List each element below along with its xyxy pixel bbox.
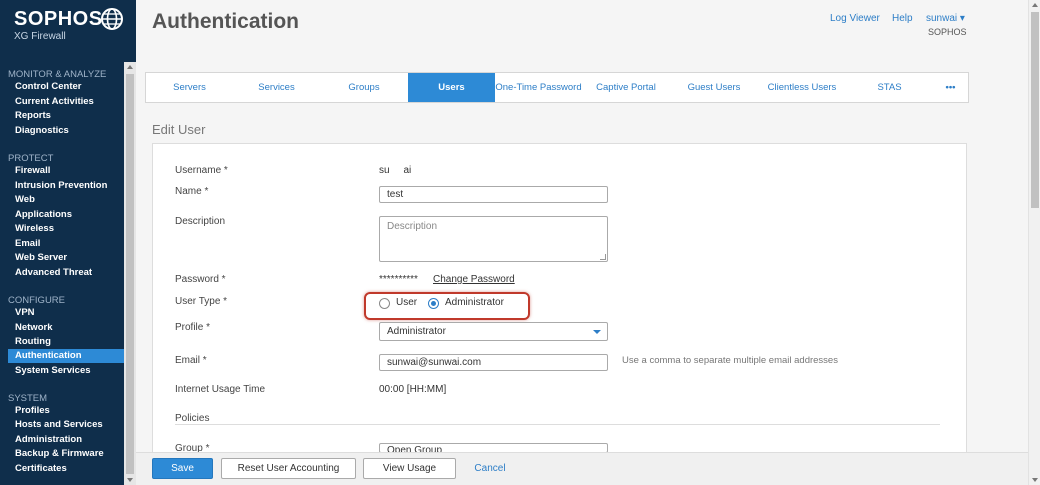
sidebar-item-administration[interactable]: Administration — [8, 433, 124, 447]
edit-user-form: Username * su ai Name * Description Desc… — [152, 143, 967, 454]
sidebar-item-vpn[interactable]: VPN — [8, 306, 124, 320]
page-scrollbar[interactable] — [1028, 0, 1040, 485]
sidebar-item-intrusion-prevention[interactable]: Intrusion Prevention — [8, 179, 124, 193]
sidebar-item-applications[interactable]: Applications — [8, 208, 124, 222]
sidebar-item-wireless[interactable]: Wireless — [8, 222, 124, 236]
sidebar-item-authentication[interactable]: Authentication — [8, 349, 124, 363]
sidebar-item-routing[interactable]: Routing — [8, 335, 124, 349]
product-name: XG Firewall — [14, 31, 66, 42]
org-name: SOPHOS — [928, 27, 967, 37]
sidebar-item-control-center[interactable]: Control Center — [8, 80, 124, 94]
name-label: Name * — [175, 186, 209, 197]
user-type-user-label[interactable]: User — [396, 297, 417, 308]
description-field[interactable]: Description — [379, 216, 608, 262]
sidebar-item-diagnostics[interactable]: Diagnostics — [8, 124, 124, 138]
sidebar: SOPHOS XG Firewall MONITOR & ANALYZE Con… — [0, 0, 136, 485]
tab-users[interactable]: Users — [408, 73, 495, 102]
nav-section-title: SYSTEM — [8, 393, 48, 404]
tab-captive-portal[interactable]: Captive Portal — [582, 73, 670, 102]
policies-heading: Policies — [175, 413, 210, 424]
log-viewer-link[interactable]: Log Viewer — [830, 13, 880, 24]
sidebar-item-certificates[interactable]: Certificates — [8, 462, 124, 476]
sidebar-item-firewall[interactable]: Firewall — [8, 164, 124, 178]
email-hint: Use a comma to separate multiple email a… — [622, 355, 838, 366]
tab-guest-users[interactable]: Guest Users — [670, 73, 758, 102]
brand-logo: SOPHOS XG Firewall — [0, 0, 136, 62]
nav-section-title: MONITOR & ANALYZE — [8, 69, 107, 80]
save-button[interactable]: Save — [152, 458, 213, 479]
tab-groups[interactable]: Groups — [320, 73, 408, 102]
profile-select[interactable]: Administrator — [379, 322, 608, 341]
scroll-down-icon[interactable] — [127, 478, 133, 482]
section-title: Edit User — [152, 122, 206, 137]
profile-label: Profile * — [175, 322, 211, 333]
nav-section-title: PROTECT — [8, 153, 54, 164]
sidebar-scrollbar[interactable] — [124, 62, 136, 485]
tab-bar: Servers Services Groups Users One-Time P… — [145, 72, 969, 103]
nav-section-title: CONFIGURE — [8, 295, 65, 306]
username-value: su ai — [379, 165, 412, 176]
sidebar-item-hosts-and-services[interactable]: Hosts and Services — [8, 418, 124, 432]
divider — [175, 424, 940, 425]
tab-stas[interactable]: STAS — [846, 73, 933, 102]
form-footer: Save Reset User Accounting View Usage Ca… — [136, 452, 1028, 485]
sidebar-nav: MONITOR & ANALYZE Control Center Current… — [0, 62, 124, 485]
sidebar-item-web-server[interactable]: Web Server — [8, 251, 124, 265]
name-field[interactable] — [379, 186, 608, 203]
user-type-user-radio[interactable] — [379, 298, 390, 309]
username-label: Username * — [175, 165, 228, 176]
tab-servers[interactable]: Servers — [146, 73, 233, 102]
profile-value: Administrator — [387, 326, 446, 337]
scroll-down-icon[interactable] — [1032, 478, 1038, 482]
globe-icon — [101, 8, 123, 30]
sidebar-item-email[interactable]: Email — [8, 237, 124, 251]
description-label: Description — [175, 216, 226, 227]
user-type-administrator-label[interactable]: Administrator — [445, 297, 504, 308]
help-link[interactable]: Help — [892, 13, 913, 24]
main-content: Authentication Log Viewer Help sunwai ▾ … — [136, 0, 1028, 485]
scroll-up-icon[interactable] — [127, 65, 133, 69]
scrollbar-thumb[interactable] — [1031, 12, 1039, 208]
reset-user-accounting-button[interactable]: Reset User Accounting — [221, 458, 356, 479]
cancel-link[interactable]: Cancel — [466, 458, 514, 479]
email-field[interactable] — [379, 354, 608, 371]
sidebar-item-backup-firmware[interactable]: Backup & Firmware — [8, 447, 124, 461]
sidebar-item-network[interactable]: Network — [8, 321, 124, 335]
sidebar-item-profiles[interactable]: Profiles — [8, 404, 124, 418]
page-title: Authentication — [152, 10, 299, 33]
change-password-link[interactable]: Change Password — [433, 274, 515, 285]
tab-services[interactable]: Services — [233, 73, 320, 102]
sidebar-item-system-services[interactable]: System Services — [8, 364, 124, 378]
chevron-down-icon — [593, 330, 601, 334]
tab-clientless-users[interactable]: Clientless Users — [758, 73, 846, 102]
user-type-label: User Type * — [175, 296, 228, 307]
sidebar-item-web[interactable]: Web — [8, 193, 124, 207]
usage-value: 00:00 [HH:MM] — [379, 384, 447, 395]
scrollbar-thumb[interactable] — [126, 74, 134, 474]
more-tabs-icon[interactable]: ••• — [933, 73, 968, 102]
user-menu[interactable]: sunwai ▾ — [926, 13, 965, 24]
tab-one-time-password[interactable]: One-Time Password — [495, 73, 582, 102]
email-label: Email * — [175, 355, 207, 366]
sidebar-item-advanced-threat[interactable]: Advanced Threat — [8, 266, 124, 280]
usage-label: Internet Usage Time — [175, 384, 266, 395]
user-type-administrator-radio[interactable] — [428, 298, 439, 309]
description-placeholder: Description — [387, 221, 438, 232]
password-label: Password * — [175, 274, 226, 285]
view-usage-button[interactable]: View Usage — [363, 458, 456, 479]
resize-grip-icon[interactable] — [600, 254, 606, 260]
password-mask: ********** — [379, 274, 418, 285]
sidebar-item-reports[interactable]: Reports — [8, 109, 124, 123]
sidebar-item-current-activities[interactable]: Current Activities — [8, 95, 124, 109]
brand-name: SOPHOS — [14, 8, 103, 30]
scroll-up-icon[interactable] — [1032, 3, 1038, 7]
